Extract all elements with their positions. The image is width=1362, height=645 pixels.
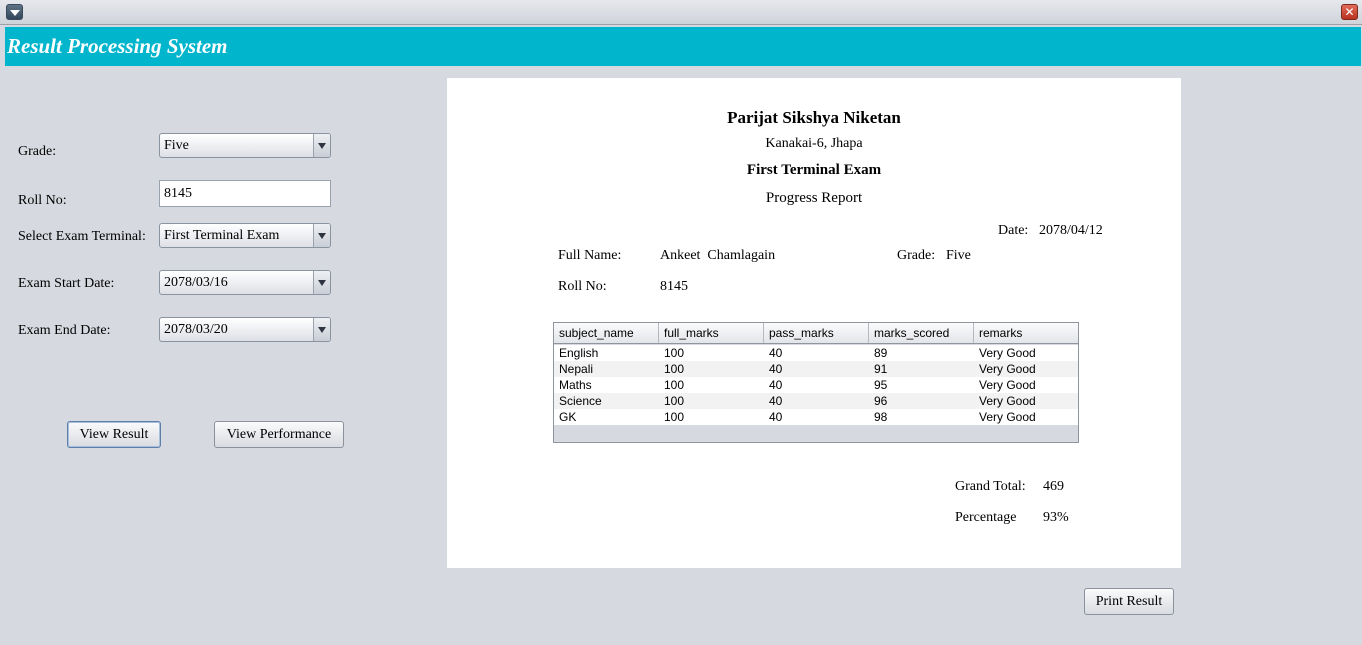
table-cell: 40 xyxy=(769,410,783,424)
table-row[interactable]: English 100 40 89 Very Good xyxy=(554,345,1078,361)
column-header[interactable]: pass_marks xyxy=(764,323,869,343)
table-cell: 98 xyxy=(874,410,888,424)
school-name: Parijat Sikshya Niketan xyxy=(727,108,901,127)
full-name-value: Ankeet Chamlagain xyxy=(660,248,776,263)
exam-start-date-label: Exam Start Date: xyxy=(18,276,115,291)
date-value: 2078/04/12 xyxy=(1039,223,1103,238)
table-cell: 89 xyxy=(874,346,888,360)
view-performance-button[interactable]: View Performance xyxy=(214,421,344,448)
table-cell: 100 xyxy=(664,378,685,392)
grade-select-value: Five xyxy=(164,138,189,153)
view-result-button[interactable]: View Result xyxy=(67,421,161,448)
exam-terminal-label: Select Exam Terminal: xyxy=(18,229,146,244)
table-cell: GK xyxy=(559,410,577,424)
table-cell: 40 xyxy=(769,394,783,408)
column-header[interactable]: remarks xyxy=(974,323,1078,343)
grade-label: Grade: xyxy=(18,144,57,159)
dropdown-arrow-icon[interactable] xyxy=(313,271,330,294)
roll-input-wrapper[interactable] xyxy=(159,180,331,207)
date-label: Date: xyxy=(998,223,1029,238)
table-cell: 40 xyxy=(769,346,783,360)
table-row[interactable]: Maths 100 40 95 Very Good xyxy=(554,377,1078,393)
table-cell: 100 xyxy=(664,346,685,360)
table-row[interactable]: GK 100 40 98 Very Good xyxy=(554,409,1078,425)
table-cell: 40 xyxy=(769,378,783,392)
exam-name: First Terminal Exam xyxy=(746,162,882,178)
report-heading: Progress Report xyxy=(765,190,863,206)
table-cell: 40 xyxy=(769,362,783,376)
app-header: Result Processing System xyxy=(5,27,1361,66)
marks-table: subject_name full_marks pass_marks marks… xyxy=(553,322,1079,443)
exam-end-date-label: Exam End Date: xyxy=(18,323,111,338)
chevron-down-icon[interactable] xyxy=(6,4,23,20)
roll-label: Roll No: xyxy=(18,193,67,208)
exam-start-date-value: 2078/03/16 xyxy=(164,275,228,290)
table-cell: Nepali xyxy=(559,362,594,376)
table-cell: Very Good xyxy=(979,362,1036,376)
table-cell: 100 xyxy=(664,410,685,424)
dropdown-arrow-icon[interactable] xyxy=(313,224,330,247)
grand-total-label: Grand Total: xyxy=(955,479,1026,494)
table-row[interactable]: Science 100 40 96 Very Good xyxy=(554,393,1078,409)
report-roll-value: 8145 xyxy=(660,279,688,294)
percentage-label: Percentage xyxy=(955,510,1017,525)
percentage-value: 93% xyxy=(1043,510,1069,525)
table-cell: Science xyxy=(559,394,602,408)
report-roll-label: Roll No: xyxy=(558,279,607,294)
report-grade-label: Grade: xyxy=(897,248,936,263)
table-cell: 96 xyxy=(874,394,888,408)
app-title: Result Processing System xyxy=(7,34,228,58)
report-panel: Parijat Sikshya Niketan Kanakai-6, Jhapa… xyxy=(447,78,1181,568)
dropdown-arrow-icon[interactable] xyxy=(313,134,330,157)
window-titlebar: ✕ xyxy=(0,0,1362,25)
close-icon[interactable]: ✕ xyxy=(1341,4,1358,20)
table-cell: 91 xyxy=(874,362,888,376)
marks-table-header: subject_name full_marks pass_marks marks… xyxy=(554,323,1078,344)
exam-terminal-select[interactable]: First Terminal Exam xyxy=(159,223,331,248)
full-name-label: Full Name: xyxy=(558,248,622,263)
table-cell: 100 xyxy=(664,394,685,408)
exam-end-date-value: 2078/03/20 xyxy=(164,322,228,337)
table-cell: Very Good xyxy=(979,346,1036,360)
column-header[interactable]: marks_scored xyxy=(869,323,974,343)
table-cell: English xyxy=(559,346,599,360)
table-cell: Maths xyxy=(559,378,592,392)
dropdown-arrow-icon[interactable] xyxy=(313,318,330,341)
table-cell: 95 xyxy=(874,378,888,392)
exam-terminal-value: First Terminal Exam xyxy=(164,228,280,243)
grand-total-value: 469 xyxy=(1043,479,1064,494)
school-address: Kanakai-6, Jhapa xyxy=(765,136,863,151)
report-grade-value: Five xyxy=(946,248,971,263)
exam-end-date-select[interactable]: 2078/03/20 xyxy=(159,317,331,342)
marks-table-body: English 100 40 89 Very Good Nepali 100 4… xyxy=(554,345,1078,425)
grade-select[interactable]: Five xyxy=(159,133,331,158)
column-header[interactable]: subject_name xyxy=(554,323,659,343)
table-cell: Very Good xyxy=(979,410,1036,424)
main-content: Grade: Five Roll No: Select Exam Termina… xyxy=(5,66,1361,645)
roll-input[interactable] xyxy=(160,181,330,206)
exam-start-date-select[interactable]: 2078/03/16 xyxy=(159,270,331,295)
table-row[interactable]: Nepali 100 40 91 Very Good xyxy=(554,361,1078,377)
table-cell: 100 xyxy=(664,362,685,376)
column-header[interactable]: full_marks xyxy=(659,323,764,343)
table-cell: Very Good xyxy=(979,378,1036,392)
print-result-button[interactable]: Print Result xyxy=(1084,588,1174,615)
table-cell: Very Good xyxy=(979,394,1036,408)
